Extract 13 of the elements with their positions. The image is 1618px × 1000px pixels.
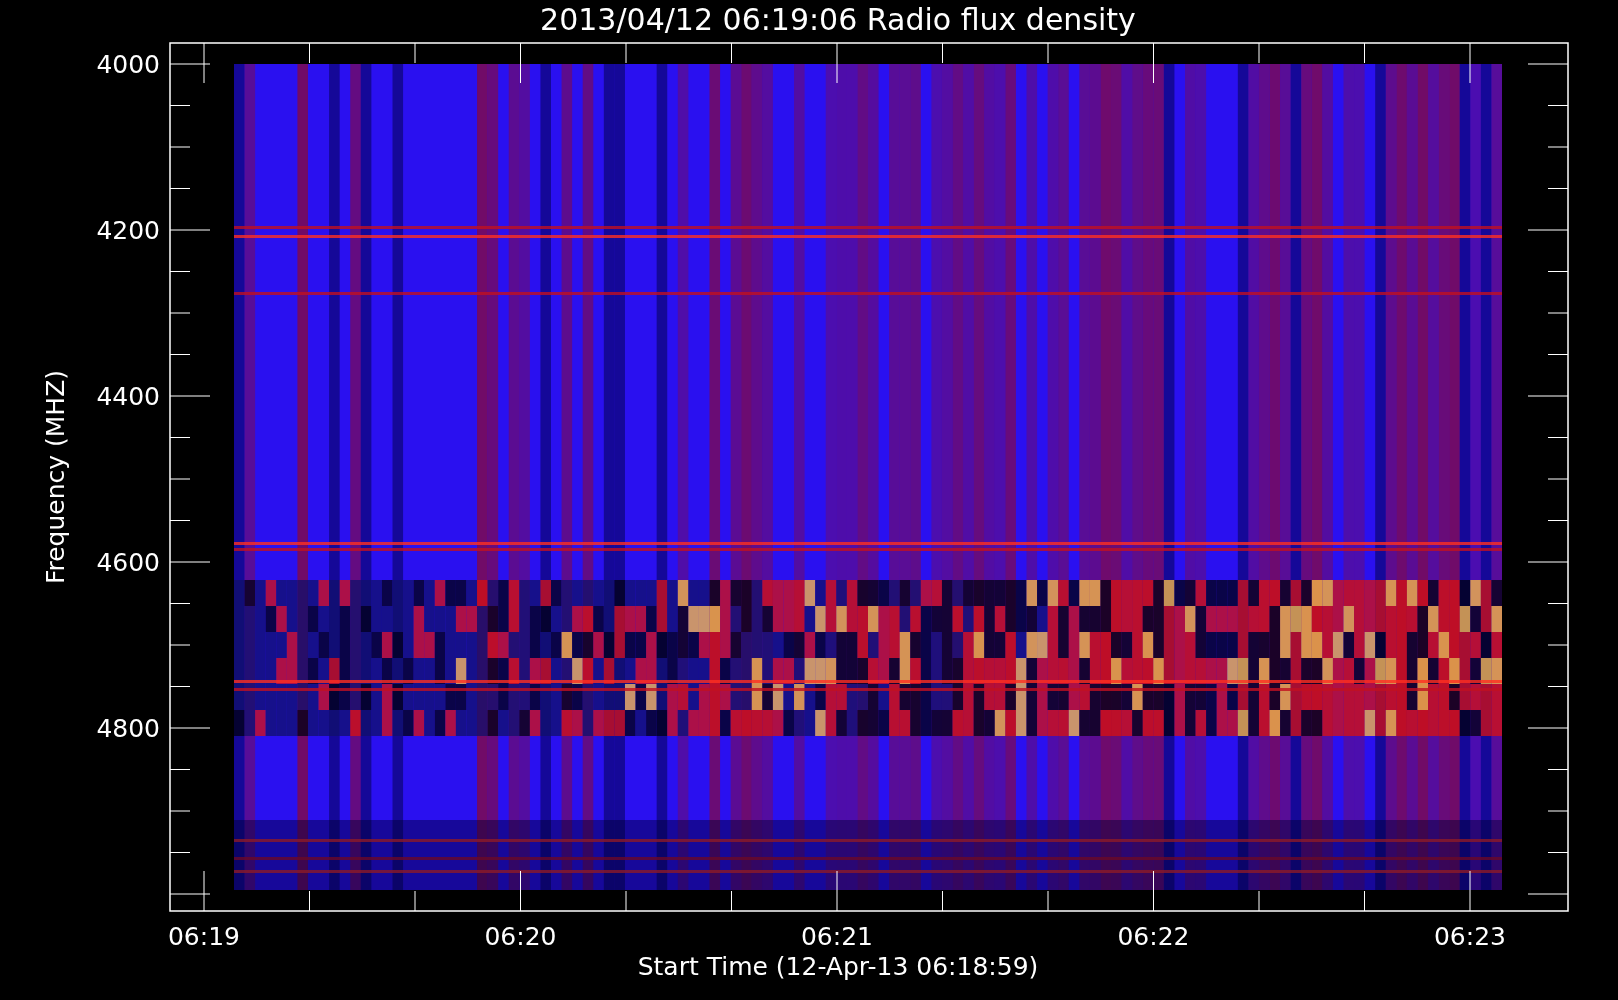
chart-title: 2013/04/12 06:19:06 Radio flux density	[540, 2, 1136, 37]
axis-label: Start Time (12-Apr-13 06:18:59)	[637, 952, 1039, 981]
axis-tick-label: 4200	[96, 216, 160, 245]
axis-tick-label: 06:22	[1117, 922, 1190, 951]
axis-tick-label: 4000	[96, 50, 160, 79]
axis-tick-label: 4800	[96, 714, 160, 743]
axis-label: Frequency (MHZ)	[41, 369, 70, 585]
axis-tick-label: 4600	[96, 548, 160, 577]
axis-tick-label: 4400	[96, 382, 160, 411]
axis-tick-label: 06:21	[801, 922, 873, 951]
axis-tick-label: 06:20	[484, 922, 557, 951]
axis-tick-label: 06:19	[168, 922, 240, 951]
axis-tick-label: 06:23	[1434, 922, 1506, 951]
